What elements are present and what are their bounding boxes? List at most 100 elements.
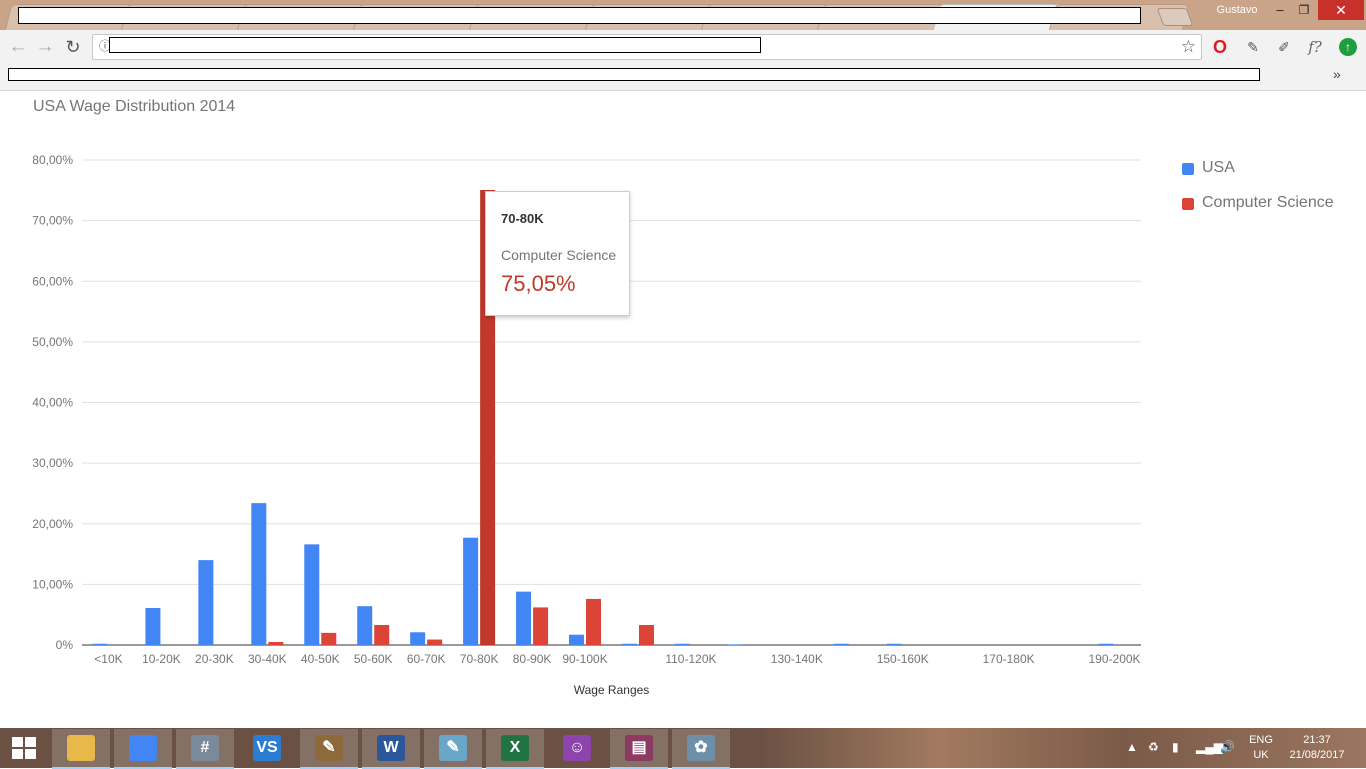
x-tick-label: 10-20K [142,652,181,666]
url-redacted[interactable] [109,37,761,53]
signal-icon[interactable]: ▂▄▆ [1196,740,1223,754]
bar-chart: 0% 10,00% 20,00% 30,00% 40,00% 50,00% 60,00% 70… [32,153,1141,697]
title-bar: Gustavo – ❐ ✕ [0,0,1366,31]
bar-usa-190-200K[interactable] [1098,643,1114,645]
minimize-button[interactable]: – [1268,0,1292,20]
bar-computer-science-80-90K[interactable] [533,607,549,645]
bar-computer-science-100-110K[interactable] [638,624,654,645]
clock-date: 21/08/2017 [1289,749,1345,761]
language-code: ENG [1249,734,1273,746]
taskbar-app-paint[interactable]: ✿ [672,729,730,769]
bar-computer-science-30-40K[interactable] [268,641,284,645]
browser-toolbar: ← → ↻ ⓘ ☆ O ✎ ✐ f? ↑ [0,30,1366,64]
close-button[interactable]: ✕ [1318,0,1364,20]
bar-usa-<10K[interactable] [92,643,108,645]
battery-icon[interactable]: ▮ [1172,740,1179,754]
github-icon: ☺ [563,735,591,761]
bar-usa-90-100K[interactable] [569,634,585,645]
calculator-icon: # [191,735,219,761]
bar-usa-20-30K[interactable] [198,560,214,645]
reload-icon[interactable]: ↻ [62,36,84,58]
x-tick-label: <10K [94,652,122,666]
y-tick-label: 80,00% [32,153,73,167]
x-tick-label: 130-140K [771,652,823,666]
bar-computer-science-90-100K[interactable] [586,598,602,645]
update-icon[interactable]: ↑ [1339,38,1357,56]
bar-computer-science-40-50K[interactable] [321,632,337,645]
bar-usa-30-40K[interactable] [251,503,267,645]
bar-usa-40-50K[interactable] [304,544,320,645]
windows-start-icon[interactable] [12,737,38,761]
region-code: UK [1253,749,1269,761]
new-tab-button[interactable] [1156,8,1194,26]
legend-swatch-usa [1182,163,1194,175]
palette-icon: ✎ [315,735,343,761]
taskbar-app-word[interactable]: W [362,729,420,769]
maximize-button[interactable]: ❐ [1292,0,1316,20]
y-tick-label: 30,00% [32,456,73,470]
excel-icon: X [501,735,529,761]
taskbar-app-winrar[interactable]: ▤ [610,729,668,769]
x-tick-label: 90-100K [562,652,607,666]
bar-usa-50-60K[interactable] [357,606,373,645]
up-arrow-icon[interactable]: ▲ [1126,740,1138,754]
legend-label-computer-science: Computer Science [1202,194,1334,211]
bar-usa-70-80K[interactable] [463,537,479,645]
legend-label-usa: USA [1202,159,1235,176]
back-icon[interactable]: ← [7,36,29,58]
address-bar[interactable]: ⓘ ☆ [92,34,1202,60]
bar-usa-110-120K[interactable] [674,643,690,645]
y-tick-label: 70,00% [32,214,73,228]
word-icon: W [377,735,405,761]
taskbar-app-chrome[interactable] [114,729,172,769]
bar-usa-60-70K[interactable] [410,632,426,645]
opera-icon[interactable]: O [1210,37,1230,57]
taskbar-app-visual-studio[interactable]: VS [238,729,296,767]
folder-icon [67,735,95,761]
bar-usa-100-110K[interactable] [621,643,637,645]
y-tick-label: 0% [56,638,74,652]
bookmarks-redacted[interactable] [8,68,1260,81]
x-tick-label: 50-60K [354,652,393,666]
tooltip-value: 75,05% [501,271,576,296]
x-tick-label: 150-160K [877,652,929,666]
bar-usa-140-150K[interactable] [833,643,849,645]
bar-usa-150-160K[interactable] [886,643,902,645]
forward-icon[interactable]: → [34,36,56,58]
recycle-icon[interactable]: ♻ [1148,740,1159,754]
profile-button[interactable]: Gustavo [1208,0,1266,22]
bar-usa-120-130K[interactable] [727,644,743,645]
language-indicator[interactable]: ENG UK [1246,733,1276,763]
eyedropper-icon[interactable]: ✐ [1274,37,1294,57]
taskbar-app-notes[interactable]: ✎ [424,729,482,769]
legend-swatch-computer-science [1182,198,1194,210]
bar-usa-10-20K[interactable] [145,608,161,645]
taskbar-app-calculator[interactable]: # [176,729,234,769]
y-tick-label: 60,00% [32,274,73,288]
page-content: USA Wage Distribution 2014 0% 10,00% 20,00… [0,91,1366,728]
taskbar-app-github[interactable]: ☺ [548,729,606,767]
star-icon[interactable]: ☆ [1181,36,1196,58]
x-tick-label: 60-70K [407,652,446,666]
taskbar-app-file-explorer[interactable] [52,729,110,769]
volume-icon[interactable]: 🔊 [1220,740,1235,754]
archive-icon: ▤ [625,735,653,761]
bookmarks-more-icon[interactable]: » [1333,66,1341,82]
bar-computer-science-50-60K[interactable] [374,624,390,645]
system-clock[interactable]: 21:37 21/08/2017 [1284,733,1350,763]
tooltip-series: Computer Science [501,247,617,263]
y-tick-label: 50,00% [32,335,73,349]
x-tick-label: 170-180K [983,652,1035,666]
function-icon[interactable]: f? [1305,37,1325,57]
taskbar-app-paint-tool[interactable]: ✎ [300,729,358,769]
x-tick-label: 80-90K [513,652,552,666]
bar-computer-science-60-70K[interactable] [427,639,443,645]
paint-icon: ✿ [687,735,715,761]
evernote-icon[interactable]: ✎ [1243,37,1263,57]
chart-tooltip: 70-80K Computer Science 75,05% [485,191,630,316]
taskbar-app-excel[interactable]: X [486,729,544,769]
clock-time: 21:37 [1303,734,1331,746]
bar-usa-80-90K[interactable] [516,591,532,645]
x-tick-label: 110-120K [665,652,716,666]
bookmarks-bar: » [0,64,1366,91]
